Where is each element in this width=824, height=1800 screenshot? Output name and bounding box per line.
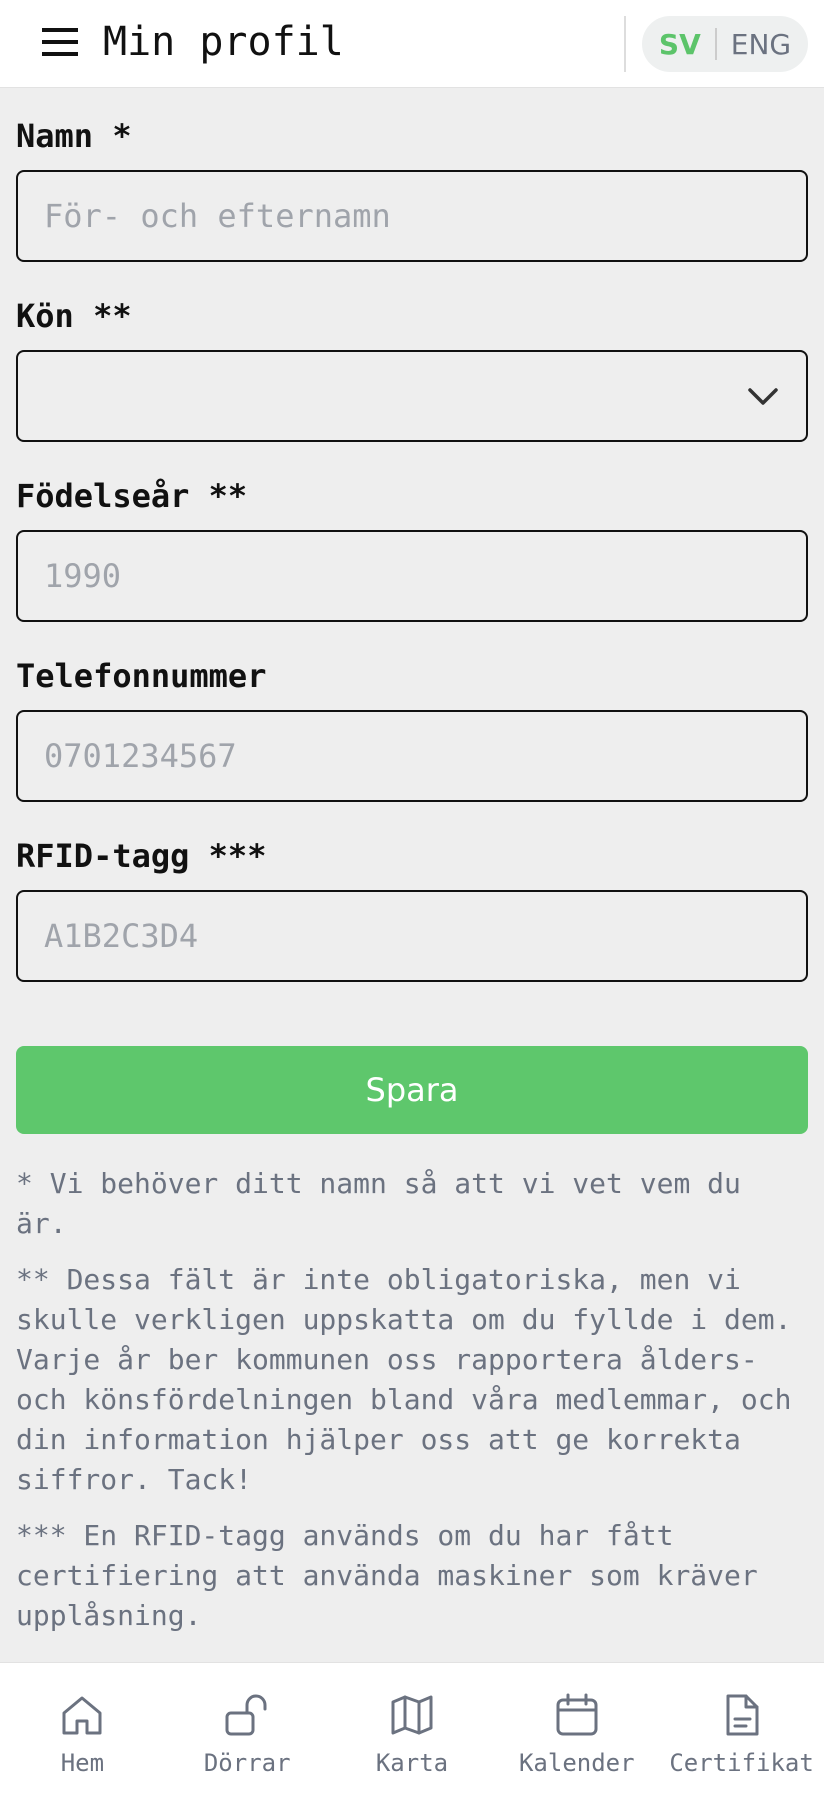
- nav-label: Kalender: [518, 1749, 635, 1777]
- note-rfid: *** En RFID-tagg används om du har fått …: [16, 1519, 758, 1632]
- header-divider: [624, 16, 626, 72]
- nav-label: Dörrar: [203, 1749, 291, 1777]
- home-icon: [62, 1696, 102, 1735]
- nav-label: Certifikat: [669, 1749, 814, 1777]
- header: Min profil SV ENG: [0, 0, 824, 88]
- lang-en-button[interactable]: ENG: [717, 28, 791, 61]
- calendar-icon: [556, 1693, 598, 1736]
- nav-label: Hem: [60, 1749, 105, 1777]
- document-icon: [726, 1694, 759, 1736]
- lang-sv-button[interactable]: SV: [659, 28, 715, 61]
- note-optional-fields: ** Dessa fält är inte obligatoriska, men…: [16, 1263, 792, 1496]
- gender-label: Kön **: [16, 297, 132, 335]
- bottom-nav: Hem Dörrar Karta Kalender Certifikat: [0, 1662, 824, 1800]
- unlock-icon: [225, 1694, 267, 1736]
- page-title: Min profil: [103, 19, 344, 65]
- nav-item-dorrar[interactable]: Dörrar: [165, 1663, 330, 1800]
- note-name-required: * Vi behöver ditt namn så att vi vet vem…: [16, 1167, 741, 1240]
- name-input[interactable]: [16, 170, 808, 262]
- rfid-label: RFID-tagg ***: [16, 837, 267, 875]
- menu-icon[interactable]: [40, 22, 80, 62]
- rfid-input[interactable]: [16, 890, 808, 982]
- nav-label: Karta: [375, 1749, 449, 1777]
- name-label: Namn *: [16, 117, 132, 155]
- birth-year-label: Födelseår **: [16, 477, 248, 515]
- phone-input[interactable]: [16, 710, 808, 802]
- birth-year-input[interactable]: [16, 530, 808, 622]
- save-button[interactable]: Spara: [16, 1046, 808, 1134]
- language-toggle: SV ENG: [642, 16, 808, 72]
- nav-item-kalender[interactable]: Kalender: [494, 1663, 659, 1800]
- map-icon: [391, 1695, 433, 1735]
- nav-item-certifikat[interactable]: Certifikat: [659, 1663, 824, 1800]
- phone-label: Telefonnummer: [16, 657, 267, 695]
- chevron-down-icon: [748, 388, 778, 405]
- nav-item-hem[interactable]: Hem: [0, 1663, 165, 1800]
- gender-select[interactable]: [16, 350, 808, 442]
- nav-item-karta[interactable]: Karta: [330, 1663, 495, 1800]
